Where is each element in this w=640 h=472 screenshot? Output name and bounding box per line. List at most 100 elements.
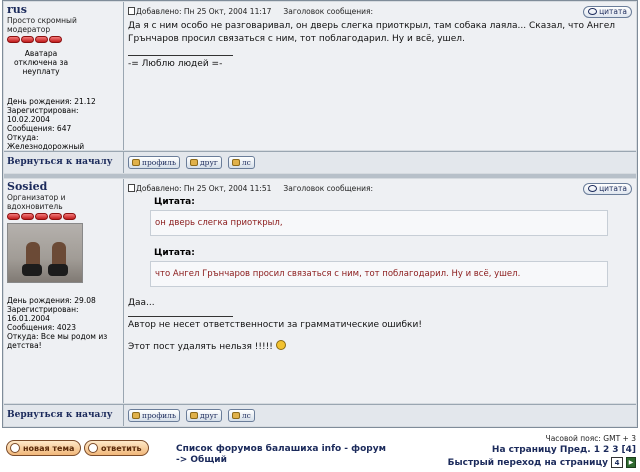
forum-breadcrumb[interactable]: Список форумов балашиха info - форум -> … <box>176 444 386 466</box>
post-2-footer-actions: профиль друг лс <box>124 405 636 426</box>
meta-line: 16.01.2004 <box>7 314 50 323</box>
page-link[interactable]: 3 <box>612 445 618 455</box>
avatar-note: Аватара отключена за неуплату <box>13 49 69 76</box>
pm-label: лс <box>241 158 251 167</box>
quote-button-label: цитата <box>599 7 627 16</box>
post-1-footer: Вернуться к началу профиль друг лс <box>4 151 636 173</box>
profile-label: профиль <box>142 411 177 420</box>
rank-star-icon <box>49 213 62 220</box>
quote-title: Цитата: <box>154 248 195 258</box>
post-1-author: rus Просто скромный модератор Аватара от… <box>4 2 124 151</box>
pm-button[interactable]: лс <box>227 156 255 169</box>
meta-line: День рождения: 21.12 <box>7 97 96 106</box>
meta-line: Откуда: Все мы родом из детства! <box>7 332 108 350</box>
pm-icon <box>231 412 240 419</box>
quote-bubble-icon <box>588 185 598 192</box>
page-link[interactable]: 2 <box>603 445 609 455</box>
post-doc-icon[interactable] <box>128 184 135 192</box>
quote-title: Цитата: <box>154 197 195 207</box>
post-2-user-meta: День рождения: 29.08 Зарегистрирован: 16… <box>7 296 119 350</box>
post-1-username[interactable]: rus <box>7 4 120 16</box>
post-2-info: Добавлено: Пн 25 Окт, 2004 11:51 Заголов… <box>128 184 373 193</box>
avatar-sandal <box>22 264 42 276</box>
friend-button[interactable]: друг <box>186 156 222 169</box>
post-1-added: Добавлено: Пн 25 Окт, 2004 11:17 <box>128 7 271 16</box>
post-separator <box>4 174 636 178</box>
quote-button[interactable]: цитата <box>583 5 632 18</box>
friend-icon <box>190 159 199 166</box>
devil-smiley-icon <box>275 340 286 350</box>
friend-icon <box>190 412 199 419</box>
signature-divider <box>128 316 233 317</box>
reply-button[interactable]: ответить <box>84 440 149 456</box>
new-topic-label: новая тема <box>23 443 75 453</box>
back-to-top-link[interactable]: Вернуться к началу <box>7 410 113 420</box>
topic-frame: rus Просто скромный модератор Аватара от… <box>2 0 638 428</box>
rank-star-icon <box>21 213 34 220</box>
post-1-header: Добавлено: Пн 25 Окт, 2004 11:17 Заголов… <box>128 5 632 18</box>
pm-icon <box>231 159 240 166</box>
post-1-user-meta: День рождения: 21.12 Зарегистрирован: 10… <box>7 97 96 151</box>
topic-bottom-bar: новая тема ответить Список форумов балаш… <box>0 432 640 472</box>
pagination: На страницу Пред. 1 2 3 [4] <box>492 445 636 455</box>
post-1-message: Да я с ним особо не разговаривал, он две… <box>128 21 615 44</box>
profile-button[interactable]: профиль <box>128 156 181 169</box>
rank-stars <box>7 36 120 43</box>
post-2-signature-1: Автор не несет ответственности за грамма… <box>128 320 422 330</box>
post-2-username[interactable]: Sosied <box>7 181 120 193</box>
post-2-footer: Вернуться к началу профиль друг лс <box>4 404 636 426</box>
post-1-subject-label: Заголовок сообщения: <box>283 7 374 16</box>
reply-label: ответить <box>101 443 142 453</box>
rank-star-icon <box>7 36 20 43</box>
post-1-footer-actions: профиль друг лс <box>124 152 636 173</box>
go-arrow-icon[interactable]: ▶ <box>626 457 636 468</box>
post-2-reply: Даа... <box>128 298 155 308</box>
post-2-subject-label: Заголовок сообщения: <box>283 184 374 193</box>
meta-line: Сообщения: 4023 <box>7 323 77 332</box>
profile-button[interactable]: профиль <box>128 409 181 422</box>
post-2-date: Добавлено: Пн 25 Окт, 2004 11:51 <box>136 184 272 193</box>
post-2-header: Добавлено: Пн 25 Окт, 2004 11:51 Заголов… <box>128 182 632 195</box>
quick-jump-label: Быстрый переход на страницу <box>447 457 608 468</box>
page-select[interactable]: 4 <box>611 457 623 468</box>
rank-star-icon <box>35 36 48 43</box>
post-1: rus Просто скромный модератор Аватара от… <box>4 2 636 151</box>
pagination-prev[interactable]: На страницу Пред. <box>492 445 591 455</box>
rank-star-icon <box>7 213 20 220</box>
new-topic-button[interactable]: новая тема <box>6 440 82 456</box>
avatar-sandal <box>48 264 68 276</box>
rank-star-icon <box>49 36 62 43</box>
quote-block: что Ангел Грънчаров просил связаться с н… <box>150 261 608 287</box>
reply-icon <box>88 443 98 453</box>
rank-star-icon <box>63 213 76 220</box>
page-link[interactable]: 1 <box>594 445 600 455</box>
pm-button[interactable]: лс <box>227 409 255 422</box>
quote-block: он дверь слегка приоткрыл, <box>150 210 608 236</box>
quick-jump: Быстрый переход на страницу 4 ▶ <box>448 457 636 468</box>
pm-label: лс <box>241 411 251 420</box>
post-1-date: Добавлено: Пн 25 Окт, 2004 11:17 <box>136 7 272 16</box>
meta-line: Зарегистрирован: <box>7 106 79 115</box>
meta-line: Сообщения: 647 <box>7 124 72 133</box>
post-2-author: Sosied Организатор и вдохновитель День р… <box>4 179 124 403</box>
quote-button-label: цитата <box>599 184 627 193</box>
post-2-footer-left: Вернуться к началу <box>4 405 124 426</box>
back-to-top-link[interactable]: Вернуться к началу <box>7 157 113 167</box>
timezone: Часовой пояс: GMT + 3 <box>545 434 636 443</box>
meta-line: 10.02.2004 <box>7 115 50 124</box>
rank-star-icon <box>21 36 34 43</box>
signature-text: Этот пост удалять нельзя !!!!! <box>128 342 273 352</box>
post-2-rank: Организатор и вдохновитель <box>7 193 66 211</box>
post-doc-icon[interactable] <box>128 7 135 15</box>
post-2-added: Добавлено: Пн 25 Окт, 2004 11:51 <box>128 184 271 193</box>
quote-button[interactable]: цитата <box>583 182 632 195</box>
profile-icon <box>132 412 140 419</box>
page-current: [4] <box>621 445 637 455</box>
meta-line: Откуда: <box>7 133 39 142</box>
friend-button[interactable]: друг <box>186 409 222 422</box>
post-1-rank: Просто скромный модератор <box>7 16 77 34</box>
friend-label: друг <box>200 158 218 167</box>
meta-line: День рождения: 29.08 <box>7 296 96 305</box>
signature-divider <box>128 55 233 56</box>
profile-icon <box>132 159 140 166</box>
